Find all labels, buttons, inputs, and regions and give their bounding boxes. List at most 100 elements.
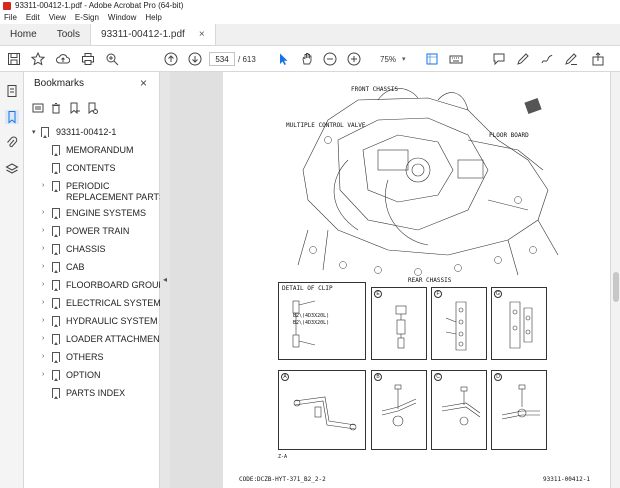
expand-arrow-icon[interactable]: › (42, 209, 48, 216)
search-icon[interactable] (104, 51, 120, 67)
select-cursor-icon[interactable] (275, 51, 291, 67)
bookmark-cab[interactable]: › CAB (24, 261, 160, 275)
previous-page-icon[interactable] (163, 51, 179, 67)
fit-page-icon[interactable] (424, 51, 440, 67)
expand-arrow-icon[interactable]: › (42, 371, 48, 378)
detail-f-letter: F (434, 290, 442, 298)
menu-help[interactable]: Help (145, 13, 161, 22)
bookmark-engine-systems[interactable]: › ENGINE SYSTEMS (24, 207, 160, 221)
detail-of-clip-label: DETAIL OF CLIP (282, 285, 333, 292)
bookmark-label: OPTION (66, 370, 101, 380)
comment-icon[interactable] (491, 51, 507, 67)
bookmark-label: FLOORBOARD GROUP (66, 280, 165, 290)
bookmark-chassis[interactable]: › CHASSIS (24, 243, 160, 257)
save-icon[interactable] (6, 51, 22, 67)
bookmark-floorboard-group[interactable]: › FLOORBOARD GROUP (24, 279, 165, 293)
close-tab-icon[interactable]: × (199, 29, 205, 40)
collapse-panel-icon[interactable]: ◂ (163, 275, 167, 284)
footer-page-number: 93311-00412-1 (543, 476, 590, 483)
detail-f-box: F (431, 287, 487, 360)
bookmarks-panel: Bookmarks × ▾ 93311-00412-1 MEMORANDUM C… (24, 72, 165, 488)
detail-b-letter: B (374, 373, 382, 381)
expand-arrow-icon[interactable]: › (42, 182, 48, 189)
bookmarks-icon[interactable] (5, 110, 19, 124)
vertical-scrollbar[interactable] (610, 72, 620, 488)
window-title: 93311-00412-1.pdf - Adobe Acrobat Pro (6… (15, 1, 184, 10)
bookmark-others[interactable]: › OTHERS (24, 351, 160, 365)
bookmark-icon (52, 334, 60, 345)
detail-e-letter: E (374, 290, 382, 298)
cloud-upload-icon[interactable] (55, 51, 71, 67)
bookmark-star-icon[interactable] (30, 51, 46, 67)
menu-edit[interactable]: Edit (26, 13, 40, 22)
detail-a-box: A (278, 370, 366, 450)
expand-arrow-icon[interactable]: › (42, 263, 48, 270)
menu-file[interactable]: File (4, 13, 17, 22)
highlight-pen-icon[interactable] (515, 51, 531, 67)
fill-sign-icon[interactable] (563, 51, 579, 67)
bookmark-power-train[interactable]: › POWER TRAIN (24, 225, 160, 239)
layers-icon[interactable] (5, 162, 19, 176)
detail-g-drawing (509, 301, 533, 349)
page-number-input[interactable]: 534 (209, 52, 235, 66)
attachments-icon[interactable] (5, 136, 19, 150)
expand-arrow-icon[interactable]: › (42, 353, 48, 360)
detail-g-box: G (491, 287, 547, 360)
expand-arrow-icon[interactable]: › (42, 227, 48, 234)
zoom-in-icon[interactable] (346, 51, 362, 67)
main-parts-diagram (297, 88, 559, 276)
print-icon[interactable] (80, 51, 96, 67)
new-bookmark-icon[interactable] (68, 102, 80, 114)
tab-document[interactable]: 93311-00412-1.pdf × (90, 24, 216, 45)
expand-arrow-icon[interactable]: › (42, 281, 48, 288)
expand-arrow-icon[interactable]: › (42, 317, 48, 324)
detail-d-drawing (501, 384, 540, 420)
detail-a-letter: A (281, 373, 289, 381)
share-icon[interactable] (590, 51, 606, 67)
bookmark-loader-attachment[interactable]: › LOADER ATTACHMENT (24, 333, 165, 347)
menu-view[interactable]: View (49, 13, 66, 22)
options-menu-icon[interactable] (32, 102, 44, 114)
zoom-dropdown-icon[interactable]: ▾ (402, 55, 406, 63)
document-canvas[interactable]: FRONT CHASSIS MULTIPLE CONTROL VALVE FLO… (170, 72, 610, 488)
bookmark-option[interactable]: › OPTION (24, 369, 160, 383)
menu-esign[interactable]: E-Sign (75, 13, 99, 22)
close-panel-icon[interactable]: × (140, 76, 147, 90)
zoom-out-icon[interactable] (322, 51, 338, 67)
bookmark-memorandum[interactable]: MEMORANDUM (24, 144, 160, 158)
bookmark-icon (52, 262, 60, 273)
tab-home[interactable]: Home (0, 24, 47, 45)
delete-bookmark-icon[interactable] (50, 102, 62, 114)
bookmark-icon (52, 208, 60, 219)
draw-icon[interactable] (539, 51, 555, 67)
expand-arrow-icon[interactable]: › (42, 299, 48, 306)
menu-window[interactable]: Window (108, 13, 136, 22)
bookmark-hydraulic-system[interactable]: › HYDRAULIC SYSTEM (24, 315, 160, 329)
bookmark-electrical-system[interactable]: › ELECTRICAL SYSTEM (24, 297, 161, 311)
bookmark-label: POWER TRAIN (66, 226, 130, 236)
zoom-level[interactable]: 75% (380, 55, 396, 64)
panel-splitter[interactable]: ◂ (160, 72, 170, 488)
detail-d-box: D (491, 370, 547, 450)
scrollbar-thumb[interactable] (613, 272, 619, 302)
detail-c-drawing (441, 386, 481, 426)
next-page-icon[interactable] (187, 51, 203, 67)
detail-e-drawing (395, 305, 407, 349)
bookmark-properties-icon[interactable] (86, 102, 98, 114)
expand-arrow-icon[interactable]: › (42, 245, 48, 252)
detail-g-letter: G (494, 290, 502, 298)
bookmark-icon (52, 244, 60, 255)
expand-arrow-icon[interactable]: › (42, 335, 48, 342)
tab-tools[interactable]: Tools (47, 24, 90, 45)
hand-tool-icon[interactable] (299, 51, 315, 67)
bookmark-contents[interactable]: CONTENTS (24, 162, 160, 176)
page-thumbnails-icon[interactable] (5, 84, 19, 98)
detail-c-box: C (431, 370, 487, 450)
keyboard-icon[interactable] (448, 51, 464, 67)
collapse-arrow-icon[interactable]: ▾ (32, 128, 38, 136)
bookmark-root[interactable]: ▾ 93311-00412-1 (24, 126, 160, 140)
pdf-page: FRONT CHASSIS MULTIPLE CONTROL VALVE FLO… (223, 72, 610, 488)
bookmark-periodic-replacement-parts[interactable]: › PERIODIC REPLACEMENT PARTS (24, 180, 165, 204)
bookmark-parts-index[interactable]: PARTS INDEX (24, 387, 160, 401)
bookmark-icon (52, 388, 60, 399)
